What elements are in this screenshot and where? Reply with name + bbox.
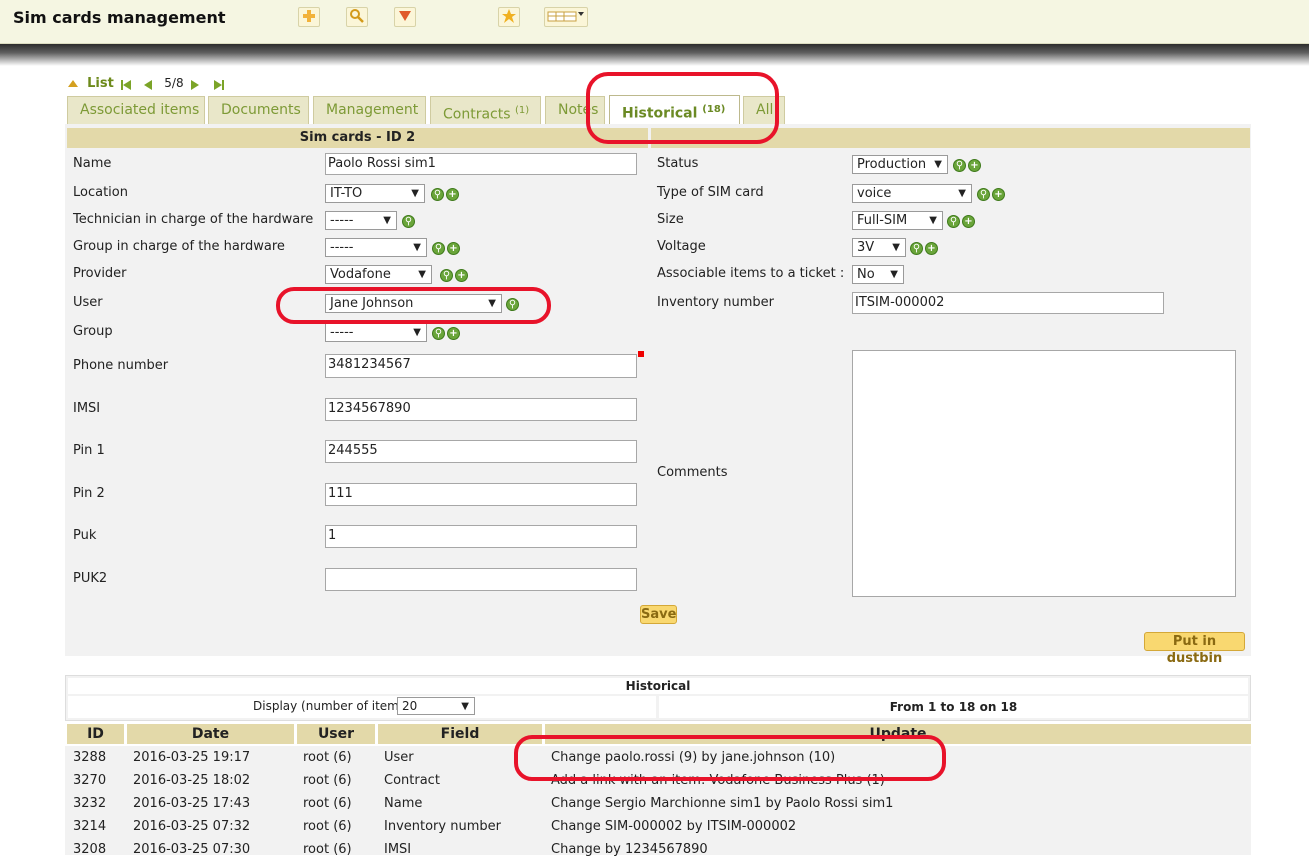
tab-documents[interactable]: Documents <box>208 96 309 124</box>
tab-associated-items[interactable]: Associated items <box>67 96 205 124</box>
group-search-icon[interactable]: ⚲ <box>432 327 445 340</box>
name-input[interactable]: Paolo Rossi sim1 <box>325 153 637 175</box>
technician-select[interactable]: ----- ▼ <box>325 211 397 230</box>
provider-search-icon[interactable]: ⚲ <box>440 269 453 282</box>
group-label: Group <box>73 324 113 339</box>
status-add-icon[interactable]: + <box>968 159 981 172</box>
save-button[interactable]: Save <box>640 605 677 624</box>
technician-search-icon[interactable]: ⚲ <box>402 215 415 228</box>
tab-contracts[interactable]: Contracts (1) <box>430 96 541 124</box>
pin1-label: Pin 1 <box>73 443 105 458</box>
provider-label: Provider <box>73 266 127 281</box>
next-icon[interactable] <box>190 78 204 90</box>
display-count-select[interactable]: 20 ▼ <box>397 697 475 715</box>
column-header-id[interactable]: ID <box>67 724 124 744</box>
list-link[interactable]: List <box>87 76 114 91</box>
location-search-icon[interactable]: ⚲ <box>431 188 444 201</box>
annotation-oval-user-field <box>276 287 551 324</box>
historical-title: Historical <box>68 678 1248 694</box>
comments-label: Comments <box>657 465 728 480</box>
caret-up-icon <box>68 80 78 87</box>
record-navigation: List 5/8 <box>68 76 230 92</box>
inventory-input[interactable]: ITSIM-000002 <box>852 292 1164 314</box>
puk-input[interactable]: 1 <box>325 525 637 548</box>
name-label: Name <box>73 156 112 171</box>
historical-panel: Historical Display (number of items) 20 ▼… <box>65 675 1251 721</box>
column-header-date[interactable]: Date <box>127 724 294 744</box>
header-shadow <box>0 44 1309 66</box>
group-hardware-add-icon[interactable]: + <box>447 242 460 255</box>
sim-type-select[interactable]: voice ▼ <box>852 184 972 203</box>
table-row: 3232 2016-03-25 17:43 root (6) Name Chan… <box>65 792 1251 815</box>
sim-card-form: Sim cards - ID 2 Name Location Technicia… <box>65 124 1251 666</box>
voltage-add-icon[interactable]: + <box>925 242 938 255</box>
status-label: Status <box>657 156 699 171</box>
last-icon[interactable] <box>213 78 227 90</box>
sim-type-add-icon[interactable]: + <box>992 188 1005 201</box>
pagination-range: From 1 to 18 on 18 <box>659 696 1248 718</box>
annotation-oval-historical-tab <box>586 72 779 144</box>
provider-select[interactable]: Vodafone ▼ <box>325 265 432 284</box>
app-header: Sim cards management <box>0 0 1309 44</box>
phone-label: Phone number <box>73 358 169 373</box>
sim-type-label: Type of SIM card <box>657 185 764 200</box>
display-count-area: Display (number of items) 20 ▼ <box>68 696 656 718</box>
voltage-select[interactable]: 3V ▼ <box>852 238 906 257</box>
column-header-user[interactable]: User <box>297 724 375 744</box>
location-select[interactable]: IT-TO ▼ <box>325 184 425 203</box>
group-hardware-search-icon[interactable]: ⚲ <box>432 242 445 255</box>
star-icon[interactable] <box>498 7 520 27</box>
puk-label: Puk <box>73 528 97 543</box>
display-count-label: Display (number of items) <box>253 699 410 713</box>
size-select[interactable]: Full-SIM ▼ <box>852 211 943 230</box>
tree-icon[interactable] <box>394 7 416 27</box>
annotation-oval-history-row <box>514 735 946 781</box>
group-hardware-label: Group in charge of the hardware <box>73 239 285 254</box>
size-add-icon[interactable]: + <box>962 215 975 228</box>
group-select[interactable]: ----- ▼ <box>325 323 427 342</box>
group-add-icon[interactable]: + <box>447 327 460 340</box>
provider-add-icon[interactable]: + <box>455 269 468 282</box>
imsi-label: IMSI <box>73 401 101 416</box>
table-row: 3208 2016-03-25 07:30 root (6) IMSI Chan… <box>65 838 1251 857</box>
tab-management[interactable]: Management <box>313 96 426 124</box>
put-in-dustbin-button[interactable]: Put in dustbin <box>1144 632 1245 666</box>
user-label: User <box>73 295 103 310</box>
search-icon[interactable] <box>346 7 368 27</box>
sim-type-search-icon[interactable]: ⚲ <box>977 188 990 201</box>
app-title: Sim cards management <box>13 8 226 27</box>
record-position: 5/8 <box>164 76 184 90</box>
comments-textarea[interactable] <box>852 350 1236 597</box>
size-label: Size <box>657 212 684 227</box>
voltage-search-icon[interactable]: ⚲ <box>910 242 923 255</box>
pin2-input[interactable]: 111 <box>325 483 637 506</box>
location-add-icon[interactable]: + <box>446 188 459 201</box>
size-search-icon[interactable]: ⚲ <box>947 215 960 228</box>
inventory-label: Inventory number <box>657 295 774 310</box>
status-search-icon[interactable]: ⚲ <box>953 159 966 172</box>
imsi-input[interactable]: 1234567890 <box>325 398 637 421</box>
table-row: 3214 2016-03-25 07:32 root (6) Inventory… <box>65 815 1251 838</box>
status-select[interactable]: Production ▼ <box>852 155 948 174</box>
group-hardware-select[interactable]: ----- ▼ <box>325 238 427 257</box>
add-icon[interactable] <box>298 7 320 27</box>
location-label: Location <box>73 185 128 200</box>
first-icon[interactable] <box>120 78 134 90</box>
form-header: Sim cards - ID 2 <box>67 128 648 148</box>
list-display-icon[interactable] <box>544 7 588 27</box>
pin2-label: Pin 2 <box>73 486 105 501</box>
phone-input[interactable]: 3481234567 <box>325 354 637 378</box>
voltage-label: Voltage <box>657 239 706 254</box>
previous-icon[interactable] <box>144 78 157 90</box>
puk2-input[interactable] <box>325 568 637 591</box>
required-marker <box>638 351 644 357</box>
pin1-input[interactable]: 244555 <box>325 440 637 463</box>
associable-label: Associable items to a ticket : <box>657 266 845 281</box>
associable-select[interactable]: No ▼ <box>852 265 904 284</box>
technician-label: Technician in charge of the hardware <box>73 212 314 227</box>
puk2-label: PUK2 <box>73 571 108 586</box>
